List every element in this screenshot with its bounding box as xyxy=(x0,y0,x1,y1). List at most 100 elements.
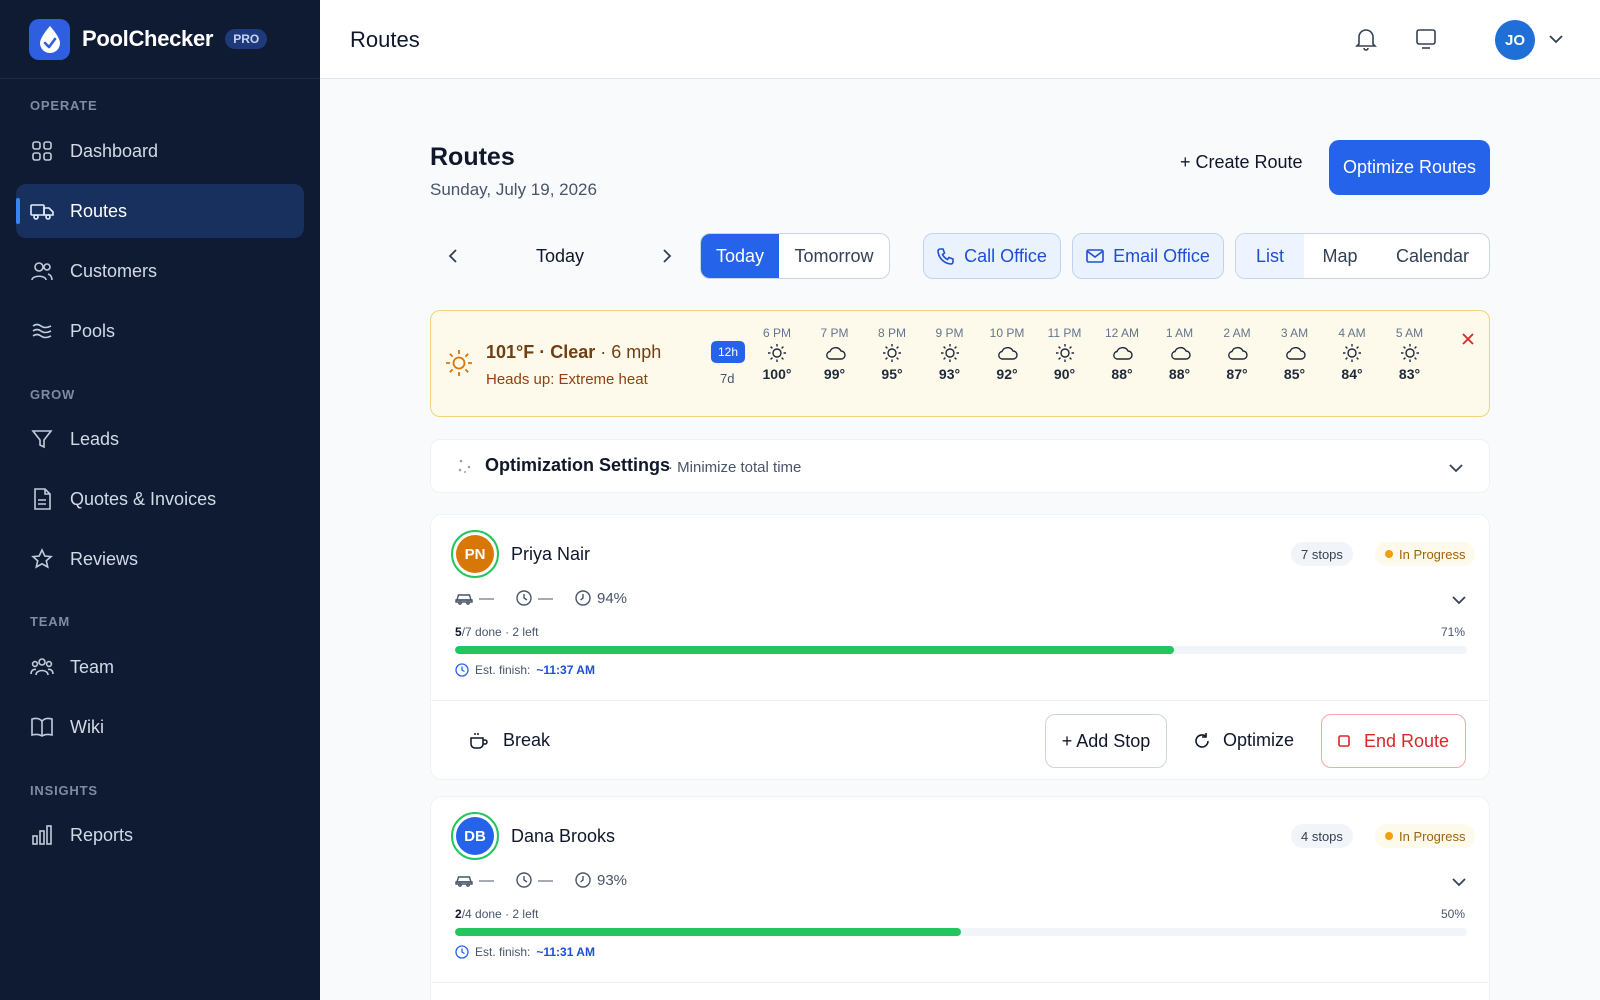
optimize-button[interactable]: Optimize xyxy=(1193,730,1294,751)
status-badge: In Progress xyxy=(1375,542,1476,566)
tab-map[interactable]: Map xyxy=(1304,234,1376,278)
page-date: Sunday, July 19, 2026 xyxy=(430,180,597,199)
progress-percent: 71% xyxy=(1440,625,1465,639)
sidebar-item-wiki[interactable]: Wiki xyxy=(16,700,304,754)
chevron-down-icon[interactable] xyxy=(1449,872,1469,892)
progress-percent: 50% xyxy=(1440,907,1465,921)
finish-label: Est. finish: xyxy=(475,663,531,677)
progress-text: 5/7 done · 2 left xyxy=(455,625,538,639)
next-day-button[interactable] xyxy=(652,240,682,272)
sidebar-item-pools[interactable]: Pools xyxy=(16,304,304,358)
sidebar-item-team[interactable]: Team xyxy=(16,640,304,694)
tech-name[interactable]: Priya Nair xyxy=(511,544,590,565)
gauge-icon xyxy=(575,872,591,888)
progress-bar xyxy=(455,646,1467,654)
forecast-hour: 11 PM 90° xyxy=(1037,326,1093,382)
tab-calendar[interactable]: Calendar xyxy=(1376,234,1489,278)
sidebar-item-reports[interactable]: Reports xyxy=(16,808,304,862)
duration-value: — xyxy=(538,589,553,607)
team-icon xyxy=(30,655,54,679)
call-office-button[interactable]: Call Office xyxy=(923,233,1061,279)
optimization-title: Optimization Settings xyxy=(485,455,671,475)
grid-icon xyxy=(30,139,54,163)
users-icon xyxy=(30,259,54,283)
weather-warning: Heads up: Extreme heat xyxy=(486,371,648,388)
tab-today[interactable]: Today xyxy=(701,234,779,278)
document-icon xyxy=(30,487,54,511)
forecast-hour-temp: 85° xyxy=(1283,366,1306,382)
sidebar-item-label: Wiki xyxy=(70,716,104,737)
cloud-icon xyxy=(979,342,1035,364)
cloud-icon xyxy=(807,342,863,364)
forecast-hour-temp: 92° xyxy=(996,366,1018,382)
create-route-button[interactable]: + Create Route xyxy=(1180,152,1303,173)
tech-name[interactable]: Dana Brooks xyxy=(511,826,615,847)
waves-icon xyxy=(30,319,54,343)
break-button[interactable]: Break xyxy=(469,730,550,751)
forecast-hour: 8 PM 95° xyxy=(864,326,920,382)
end-route-button[interactable]: End Route xyxy=(1321,714,1466,768)
topbar: Routes JO xyxy=(320,0,1600,79)
sidebar-item-dashboard[interactable]: Dashboard xyxy=(16,124,304,178)
sidebar-item-leads[interactable]: Leads xyxy=(16,412,304,466)
sun-icon xyxy=(445,349,473,382)
sidebar-item-label: Dashboard xyxy=(70,140,159,161)
chevron-down-icon[interactable] xyxy=(1449,590,1469,610)
finish-label: Est. finish: xyxy=(475,945,531,959)
current-day-label: Today xyxy=(536,246,585,266)
sun-icon xyxy=(864,342,920,364)
email-office-button[interactable]: Email Office xyxy=(1072,233,1224,279)
tech-avatar: PN xyxy=(451,530,499,578)
forecast-hour: 6 PM 100° xyxy=(749,326,805,382)
car-icon xyxy=(455,876,473,887)
brand[interactable]: PoolChecker PRO xyxy=(0,0,320,79)
bell-icon[interactable] xyxy=(1353,26,1379,52)
progress-bar xyxy=(455,928,1467,936)
range-7d-button[interactable]: 7d xyxy=(720,371,734,386)
call-office-label: Call Office xyxy=(964,245,1047,266)
previous-day-button[interactable] xyxy=(438,240,468,272)
forecast-hour-label: 1 AM xyxy=(1165,326,1194,340)
cloud-icon xyxy=(1267,342,1323,364)
sun-icon xyxy=(1037,342,1093,364)
optimize-routes-button[interactable]: Optimize Routes xyxy=(1329,140,1490,195)
close-icon[interactable] xyxy=(1458,329,1478,349)
refresh-icon xyxy=(1195,732,1209,748)
progress-fill xyxy=(455,646,1174,654)
sidebar-item-routes[interactable]: Routes xyxy=(16,184,304,238)
forecast-hour-temp: 99° xyxy=(823,366,846,382)
sparkle-icon xyxy=(457,458,473,479)
optimize-label: Optimize xyxy=(1223,730,1295,750)
add-stop-button[interactable]: + Add Stop xyxy=(1045,714,1167,768)
optimization-settings[interactable]: Optimization Settings · Minimize total t… xyxy=(430,439,1490,493)
sidebar-item-customers[interactable]: Customers xyxy=(16,244,304,298)
weather-temp: 101°F · Clear xyxy=(486,342,596,362)
sidebar-item-reviews[interactable]: Reviews xyxy=(16,532,304,586)
chevron-down-icon[interactable] xyxy=(1449,460,1463,478)
user-avatar[interactable]: JO xyxy=(1495,20,1535,60)
distance-value: — xyxy=(479,871,494,889)
clock-icon xyxy=(516,590,532,606)
forecast-hour: 5 AM 83° xyxy=(1382,326,1438,382)
stops-badge: 4 stops xyxy=(1291,824,1353,848)
route-actions xyxy=(431,982,1489,1000)
score-value: 94% xyxy=(597,589,628,607)
progress-fill xyxy=(455,928,961,936)
range-12h-button[interactable]: 12h xyxy=(711,341,745,363)
bar-chart-icon xyxy=(30,823,54,847)
tab-list[interactable]: List xyxy=(1236,234,1304,278)
sun-icon xyxy=(1382,342,1438,364)
funnel-icon xyxy=(30,427,54,451)
monitor-icon[interactable] xyxy=(1413,26,1439,52)
route-metrics: — — 93% xyxy=(455,870,649,890)
forecast-hour-temp: 84° xyxy=(1341,366,1363,382)
forecast-hour-temp: 95° xyxy=(881,366,903,382)
done-total: /7 done xyxy=(461,625,502,639)
sidebar-item-label: Routes xyxy=(70,200,128,221)
chevron-down-icon[interactable] xyxy=(1543,26,1569,52)
sidebar-item-label: Reports xyxy=(70,824,134,845)
duration-value: — xyxy=(538,871,553,889)
sun-icon xyxy=(1324,342,1380,364)
sidebar-item-quotes-invoices[interactable]: Quotes & Invoices xyxy=(16,472,304,526)
tab-tomorrow[interactable]: Tomorrow xyxy=(779,234,889,278)
